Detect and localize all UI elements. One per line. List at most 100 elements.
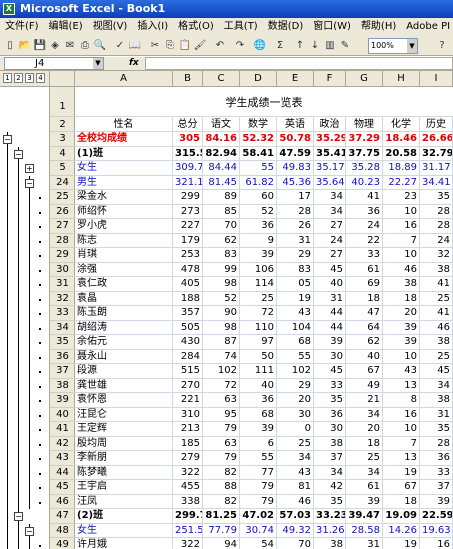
cell-B37[interactable]: 515	[173, 364, 203, 379]
outline-level-3-button[interactable]: 3	[25, 73, 34, 83]
chart-icon[interactable]: ▥	[323, 39, 337, 53]
cell-D41[interactable]: 39	[240, 422, 277, 437]
cell-F44[interactable]: 34	[314, 465, 346, 480]
cell-C37[interactable]: 102	[203, 364, 240, 379]
cell-C33[interactable]: 90	[203, 306, 240, 321]
cell-E30[interactable]: 83	[277, 262, 314, 277]
cell-I47[interactable]: 22.59	[420, 509, 453, 524]
cell-H24[interactable]: 22.27	[383, 175, 420, 190]
cell-A2[interactable]: 性名	[75, 117, 173, 132]
row-header-2[interactable]: 2	[50, 117, 75, 132]
cell-A30[interactable]: 涂强	[75, 262, 173, 277]
cell-F33[interactable]: 44	[314, 306, 346, 321]
cell-A34[interactable]: 胡绍涛	[75, 320, 173, 335]
cell-D27[interactable]: 36	[240, 219, 277, 234]
cell-C36[interactable]: 74	[203, 349, 240, 364]
cell-G25[interactable]: 41	[346, 190, 383, 205]
cell-I33[interactable]: 41	[420, 306, 453, 321]
cell-C35[interactable]: 87	[203, 335, 240, 350]
cell-A38[interactable]: 龚世雄	[75, 378, 173, 393]
outline-level-4-button[interactable]: 4	[36, 73, 45, 83]
cell-A43[interactable]: 李新朋	[75, 451, 173, 466]
cell-A5[interactable]: 女生	[75, 161, 173, 176]
cell-A4[interactable]: (1)班	[75, 146, 173, 161]
cell-E43[interactable]: 34	[277, 451, 314, 466]
cell-F27[interactable]: 27	[314, 219, 346, 234]
cell-D40[interactable]: 68	[240, 407, 277, 422]
row-header-33[interactable]: 33	[50, 306, 75, 321]
help-icon[interactable]: ?	[435, 39, 449, 53]
cell-A42[interactable]: 殷均周	[75, 436, 173, 451]
row-header-44[interactable]: 44	[50, 466, 75, 480]
menu-item[interactable]: 工具(T)	[219, 18, 263, 36]
cell-A44[interactable]: 陈梦曦	[75, 465, 173, 480]
cell-A27[interactable]: 罗小虎	[75, 219, 173, 234]
cell-C42[interactable]: 63	[203, 436, 240, 451]
cell-E25[interactable]: 17	[277, 190, 314, 205]
cell-G45[interactable]: 61	[346, 480, 383, 495]
cell-B36[interactable]: 284	[173, 349, 203, 364]
cell-F38[interactable]: 33	[314, 378, 346, 393]
row-header-42[interactable]: 42	[50, 437, 75, 451]
cell-H46[interactable]: 18	[383, 494, 420, 509]
expand-group-button[interactable]: +	[25, 164, 34, 173]
collapse-group-button[interactable]: −	[14, 512, 23, 521]
cell-D31[interactable]: 114	[240, 277, 277, 292]
cell-A48[interactable]: 女生	[75, 523, 173, 538]
cell-F42[interactable]: 38	[314, 436, 346, 451]
cell-H41[interactable]: 10	[383, 422, 420, 437]
cell-D4[interactable]: 58.41	[240, 146, 277, 161]
cell-B5[interactable]: 309.78	[173, 161, 203, 176]
cell-B27[interactable]: 227	[173, 219, 203, 234]
cell-I36[interactable]: 25	[420, 349, 453, 364]
cell-B32[interactable]: 188	[173, 291, 203, 306]
cell-H45[interactable]: 67	[383, 480, 420, 495]
cell-F2[interactable]: 政治	[314, 117, 346, 132]
cell-G31[interactable]: 69	[346, 277, 383, 292]
collapse-group-button[interactable]: −	[14, 149, 23, 159]
cell-F32[interactable]: 31	[314, 291, 346, 306]
cell-G40[interactable]: 34	[346, 407, 383, 422]
spelling-icon[interactable]: ✓	[113, 39, 127, 53]
cell-H30[interactable]: 46	[383, 262, 420, 277]
cell-D28[interactable]: 9	[240, 233, 277, 248]
cell-G2[interactable]: 物理	[346, 117, 383, 132]
cell-H48[interactable]: 14.26	[383, 523, 420, 538]
cell-G33[interactable]: 47	[346, 306, 383, 321]
cell-E49[interactable]: 70	[277, 538, 314, 549]
cell-E42[interactable]: 25	[277, 436, 314, 451]
cell-C45[interactable]: 88	[203, 480, 240, 495]
cell-I38[interactable]: 34	[420, 378, 453, 393]
cell-D48[interactable]: 30.74	[240, 523, 277, 538]
cell-A46[interactable]: 汪凤	[75, 494, 173, 509]
cell-F39[interactable]: 35	[314, 393, 346, 408]
cell-H37[interactable]: 43	[383, 364, 420, 379]
cell-F47[interactable]: 33.23	[314, 509, 346, 524]
cell-I26[interactable]: 28	[420, 204, 453, 219]
cell-B46[interactable]: 338	[173, 494, 203, 509]
cell-B25[interactable]: 299	[173, 190, 203, 205]
row-header-5[interactable]: 5	[50, 161, 75, 176]
cell-I4[interactable]: 32.79	[420, 146, 453, 161]
cell-B24[interactable]: 321.18	[173, 175, 203, 190]
cell-A25[interactable]: 梁金水	[75, 190, 173, 205]
cell-G29[interactable]: 33	[346, 248, 383, 263]
cell-B28[interactable]: 179	[173, 233, 203, 248]
cell-C38[interactable]: 72	[203, 378, 240, 393]
cell-A35[interactable]: 余佑元	[75, 335, 173, 350]
cell-D38[interactable]: 40	[240, 378, 277, 393]
cell-G43[interactable]: 25	[346, 451, 383, 466]
cell-H39[interactable]: 8	[383, 393, 420, 408]
cell-A28[interactable]: 陈志	[75, 233, 173, 248]
cell-E36[interactable]: 55	[277, 349, 314, 364]
cell-D37[interactable]: 111	[240, 364, 277, 379]
cell-H47[interactable]: 19.09	[383, 509, 420, 524]
cell-G39[interactable]: 21	[346, 393, 383, 408]
cell-G32[interactable]: 18	[346, 291, 383, 306]
cell-C30[interactable]: 99	[203, 262, 240, 277]
cell-A45[interactable]: 王宇启	[75, 480, 173, 495]
column-header-A[interactable]: A	[75, 71, 173, 87]
cell-F5[interactable]: 35.17	[314, 161, 346, 176]
cell-I46[interactable]: 39	[420, 494, 453, 509]
cell-F25[interactable]: 34	[314, 190, 346, 205]
